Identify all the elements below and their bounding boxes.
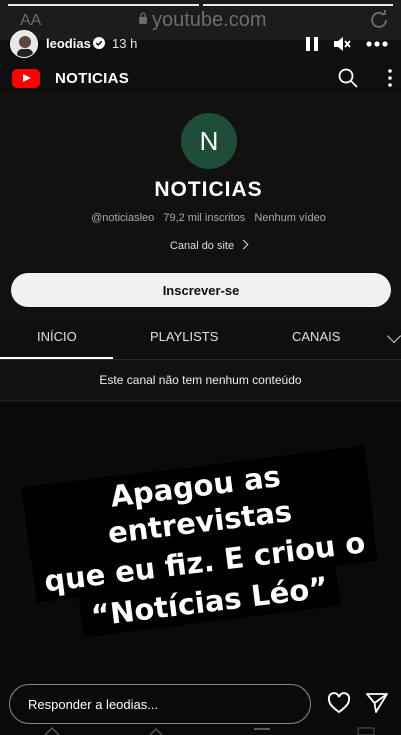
speaker-muted-icon — [334, 37, 351, 51]
channel-header: N NOTICIAS @noticiasleo 79,2 mil inscrit… — [0, 94, 401, 320]
chevron-down-icon[interactable] — [386, 328, 401, 344]
reload-icon[interactable] — [369, 9, 389, 29]
heart-icon[interactable] — [327, 692, 351, 714]
story-progress-bar — [8, 4, 393, 6]
more-options-button[interactable] — [365, 34, 389, 54]
youtube-header-title: NOTICIAS — [55, 70, 130, 87]
pause-button[interactable] — [302, 34, 322, 54]
channel-meta: @noticiasleo 79,2 mil inscritos Nenhum v… — [0, 212, 401, 224]
channel-avatar[interactable]: N — [181, 113, 237, 169]
more-horizontal-icon — [366, 41, 388, 47]
send-icon[interactable] — [365, 692, 389, 714]
empty-channel-message: Este canal não tem nenhum conteúdo — [0, 361, 401, 401]
bottom-nav-peek — [44, 726, 375, 735]
lock-icon — [139, 12, 147, 24]
reply-placeholder: Responder a leodias... — [28, 696, 159, 712]
youtube-header: NOTICIAS — [0, 62, 401, 94]
channel-name: NOTICIAS — [154, 178, 263, 201]
story-progress-segment — [8, 4, 199, 6]
story-time: 13 h — [112, 36, 138, 51]
mute-button[interactable] — [332, 34, 352, 54]
story-username[interactable]: leodias — [46, 36, 91, 51]
tab-playlists[interactable]: PLAYLISTS — [150, 329, 218, 344]
tab-canais[interactable]: CANAIS — [292, 329, 340, 344]
pause-icon — [306, 37, 318, 51]
channel-subscribers: 79,2 mil inscritos — [163, 212, 246, 224]
user-avatar-icon — [11, 31, 37, 57]
story-reply-input[interactable]: Responder a leodias... — [9, 684, 311, 724]
story-header: leodias 13 h — [0, 28, 401, 62]
channel-tabs: INÍCIO PLAYLISTS CANAIS — [0, 320, 401, 360]
subscribe-button[interactable]: Inscrever-se — [11, 273, 391, 307]
story-viewer: AA youtube.com leodias 13 h NOTICIAS N N… — [0, 0, 401, 735]
avatar[interactable] — [10, 30, 38, 58]
active-tab-indicator — [0, 357, 113, 359]
chevron-right-icon — [238, 239, 249, 250]
channel-site-link[interactable]: Canal do site — [0, 239, 401, 252]
verified-badge-icon — [93, 37, 105, 49]
tab-inicio[interactable]: INÍCIO — [37, 329, 77, 344]
channel-video-count: Nenhum vídeo — [254, 212, 326, 224]
search-icon[interactable] — [337, 67, 359, 89]
more-vertical-icon[interactable] — [384, 67, 396, 89]
channel-handle: @noticiasleo — [91, 212, 155, 224]
youtube-logo-icon[interactable] — [12, 69, 40, 88]
channel-site-label: Canal do site — [169, 240, 235, 252]
story-progress-segment — [202, 4, 393, 6]
